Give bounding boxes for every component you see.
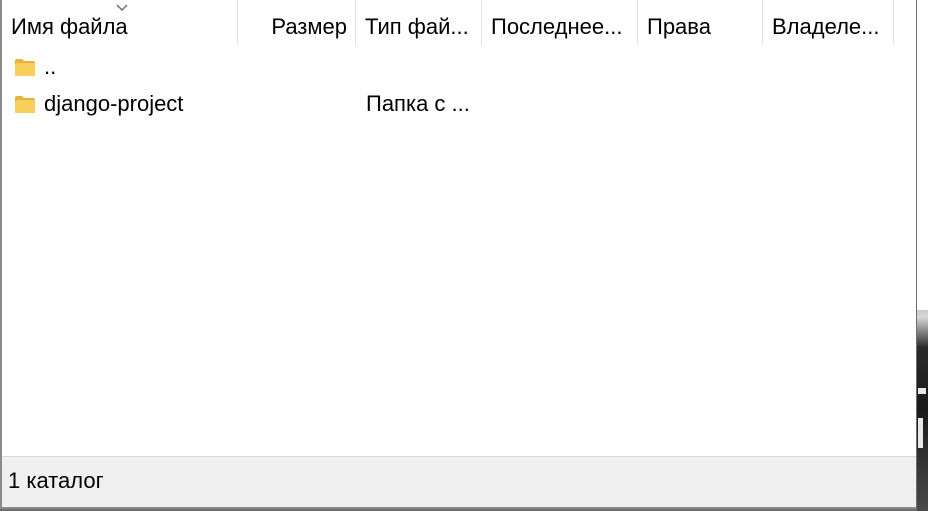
column-header-owner[interactable]: Владеле... [763,0,894,46]
background-window-region [917,0,928,310]
file-name: .. [44,54,57,79]
folder-icon [15,96,35,113]
column-header-name-label: Имя файла [11,14,128,39]
status-text: 1 каталог [8,468,104,493]
column-header-permissions-label: Права [647,14,711,39]
column-header-type-label: Тип фай... [365,14,469,39]
background-window-edge [917,0,928,511]
file-row-parent-directory[interactable]: .. [2,48,916,86]
background-mark [918,388,926,394]
column-header-bar: Имя файла Размер Тип фай... Последнее...… [2,0,916,46]
remote-file-panel: Имя файла Размер Тип фай... Последнее...… [0,0,916,509]
file-type: Папка с ... [366,91,470,116]
column-header-permissions[interactable]: Права [638,0,763,46]
folder-icon [15,59,35,76]
column-header-owner-label: Владеле... [772,14,880,39]
status-bar: 1 каталог [2,456,916,507]
file-row[interactable]: django-project Папка с ... [2,85,916,123]
column-header-size-label: Размер [271,14,347,39]
column-header-type[interactable]: Тип фай... [356,0,482,46]
file-name: django-project [44,91,184,116]
file-list[interactable]: .. django-project Папка с ... [2,46,916,454]
sort-ascending-icon [116,4,128,11]
column-header-modified-label: Последнее... [491,14,623,39]
background-mark [918,418,923,448]
column-header-modified[interactable]: Последнее... [482,0,638,46]
column-header-size[interactable]: Размер [238,0,356,46]
